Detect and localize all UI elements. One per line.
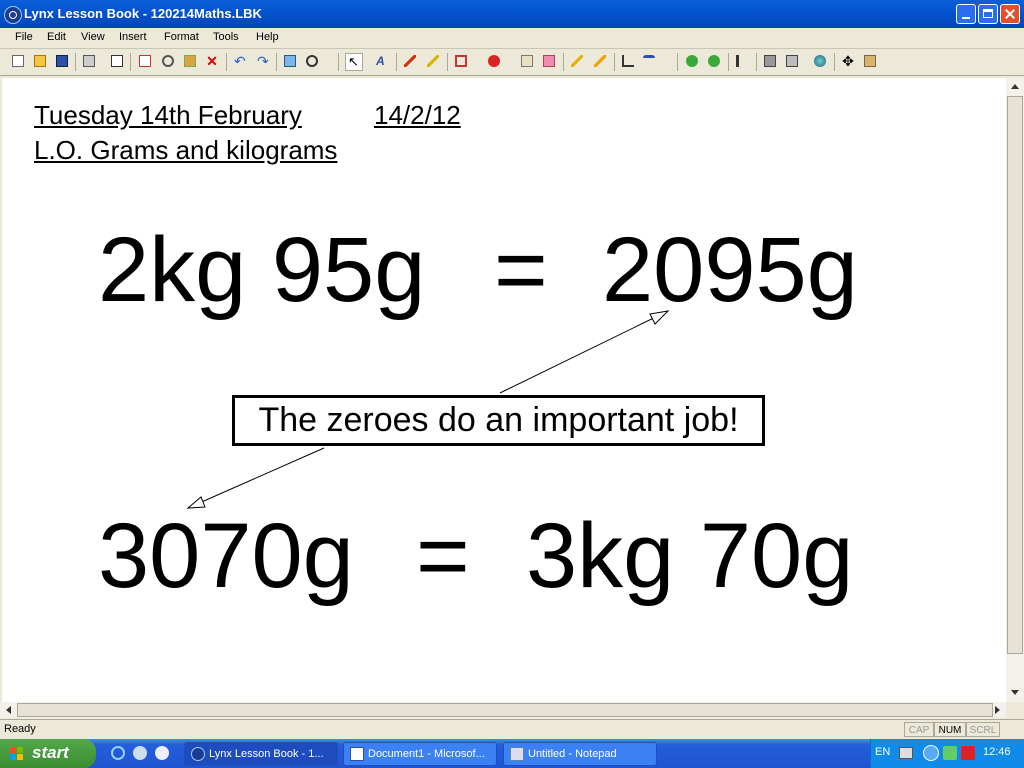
notepad-icon [510,747,524,761]
note-box: The zeroes do an important job! [232,395,765,446]
num-lock-indicator: NUM [934,722,966,737]
keyboard-tray-icon[interactable] [899,747,913,759]
lynx-icon [191,747,205,761]
task-lynx-lesson-book[interactable]: Lynx Lesson Book - 1... [184,742,338,766]
equation2-left: 3070g [98,505,354,607]
save-icon[interactable] [54,53,70,69]
back-icon[interactable] [684,53,700,69]
media-player-icon[interactable] [154,745,170,761]
scroll-left-arrow-icon[interactable] [6,706,11,714]
network-icon[interactable] [943,746,957,760]
title-bar[interactable]: Lynx Lesson Book - 120214Maths.LBK [0,0,1024,28]
pen-icon[interactable] [402,53,418,69]
status-bar: Ready CAP NUM SCRL [0,719,1024,740]
menu-help[interactable]: Help [256,31,279,43]
menu-bar: File Edit View Insert Format Tools Help [0,28,1024,49]
marker-yellow-icon[interactable] [569,53,585,69]
task-label: Lynx Lesson Book - 1... [209,748,324,760]
menu-file[interactable]: File [15,31,33,43]
toolbar: ✕ ↶ ↷ ↖ A ✥ [0,49,1024,76]
eraser-icon[interactable] [541,53,557,69]
move-icon[interactable]: ✥ [840,53,856,69]
windows-logo-icon [10,747,23,760]
word-icon [350,747,364,761]
window-title: Lynx Lesson Book - 120214Maths.LBK [24,6,262,21]
page-icon[interactable] [109,53,125,69]
scroll-right-arrow-icon[interactable] [995,706,1000,714]
keyboard-icon[interactable] [762,53,778,69]
forward-icon[interactable] [706,53,722,69]
scroll-lock-indicator: SCRL [966,722,1000,737]
task-label: Untitled - Notepad [528,748,617,760]
maximize-button[interactable] [978,4,998,24]
cut-icon[interactable] [160,53,176,69]
lynx-app-icon[interactable] [4,6,22,24]
globe-icon[interactable] [812,53,828,69]
minimize-button[interactable] [956,4,976,24]
tools-icon[interactable] [862,53,878,69]
shape-icon[interactable] [453,53,469,69]
menu-insert[interactable]: Insert [119,31,147,43]
taskbar: start Lynx Lesson Book - 1... Document1 … [0,739,1024,768]
menu-format[interactable]: Format [164,31,199,43]
crop-icon[interactable] [620,53,636,69]
pointer-icon[interactable]: ↖ [345,53,363,71]
new-file-icon[interactable] [10,53,26,69]
system-tray: EN 12:46 [870,739,1024,768]
language-indicator[interactable]: EN [875,746,890,758]
fill-color-icon[interactable] [486,53,502,69]
print-icon[interactable] [81,53,97,69]
scroll-up-arrow-icon[interactable] [1011,84,1019,89]
equation2-right: 3kg 70g [526,505,854,607]
open-folder-icon[interactable] [32,53,48,69]
task-label: Document1 - Microsof... [368,748,485,760]
text-icon[interactable]: A [374,53,390,69]
antivirus-icon[interactable] [961,746,975,760]
vertical-scrollbar[interactable] [1006,78,1024,702]
arrow-to-2095g [499,310,669,394]
caps-lock-indicator: CAP [904,722,934,737]
show-hidden-icons-button[interactable] [923,745,939,761]
arrowhead-top [649,310,670,325]
equation2-equals: = [416,505,470,607]
close-button[interactable] [1000,4,1020,24]
task-notepad[interactable]: Untitled - Notepad [503,742,657,766]
start-button[interactable]: start [0,739,96,768]
menu-view[interactable]: View [81,31,105,43]
hscroll-thumb[interactable] [17,703,993,717]
arrow-to-3070g [187,447,325,509]
marker-orange-icon[interactable] [592,53,608,69]
insert-picture-icon[interactable] [282,53,298,69]
horizontal-scrollbar[interactable] [0,702,1006,718]
copy-icon[interactable] [137,53,153,69]
calculator-icon[interactable] [784,53,800,69]
scroll-down-arrow-icon[interactable] [1011,690,1019,695]
paste-icon[interactable] [182,53,198,69]
status-text: Ready [4,723,36,735]
clock[interactable]: 12:46 [983,746,1011,758]
line-style-icon[interactable] [641,53,657,69]
highlighter-icon[interactable] [425,53,441,69]
zoom-icon[interactable] [304,53,320,69]
lesson-page[interactable]: Tuesday 14th February 14/2/12 L.O. Grams… [2,78,1006,702]
delete-icon[interactable]: ✕ [204,53,220,69]
arrow-lines [186,310,670,509]
internet-explorer-icon[interactable] [110,745,126,761]
sound-icon[interactable] [734,53,750,69]
menu-tools[interactable]: Tools [213,31,239,43]
start-label: start [32,743,69,762]
paint-bucket-icon[interactable] [519,53,535,69]
scroll-thumb[interactable] [1007,96,1023,654]
task-word-document[interactable]: Document1 - Microsof... [343,742,497,766]
menu-edit[interactable]: Edit [47,31,66,43]
outlook-icon[interactable] [132,745,148,761]
redo-icon[interactable]: ↷ [255,53,271,69]
undo-icon[interactable]: ↶ [232,53,248,69]
